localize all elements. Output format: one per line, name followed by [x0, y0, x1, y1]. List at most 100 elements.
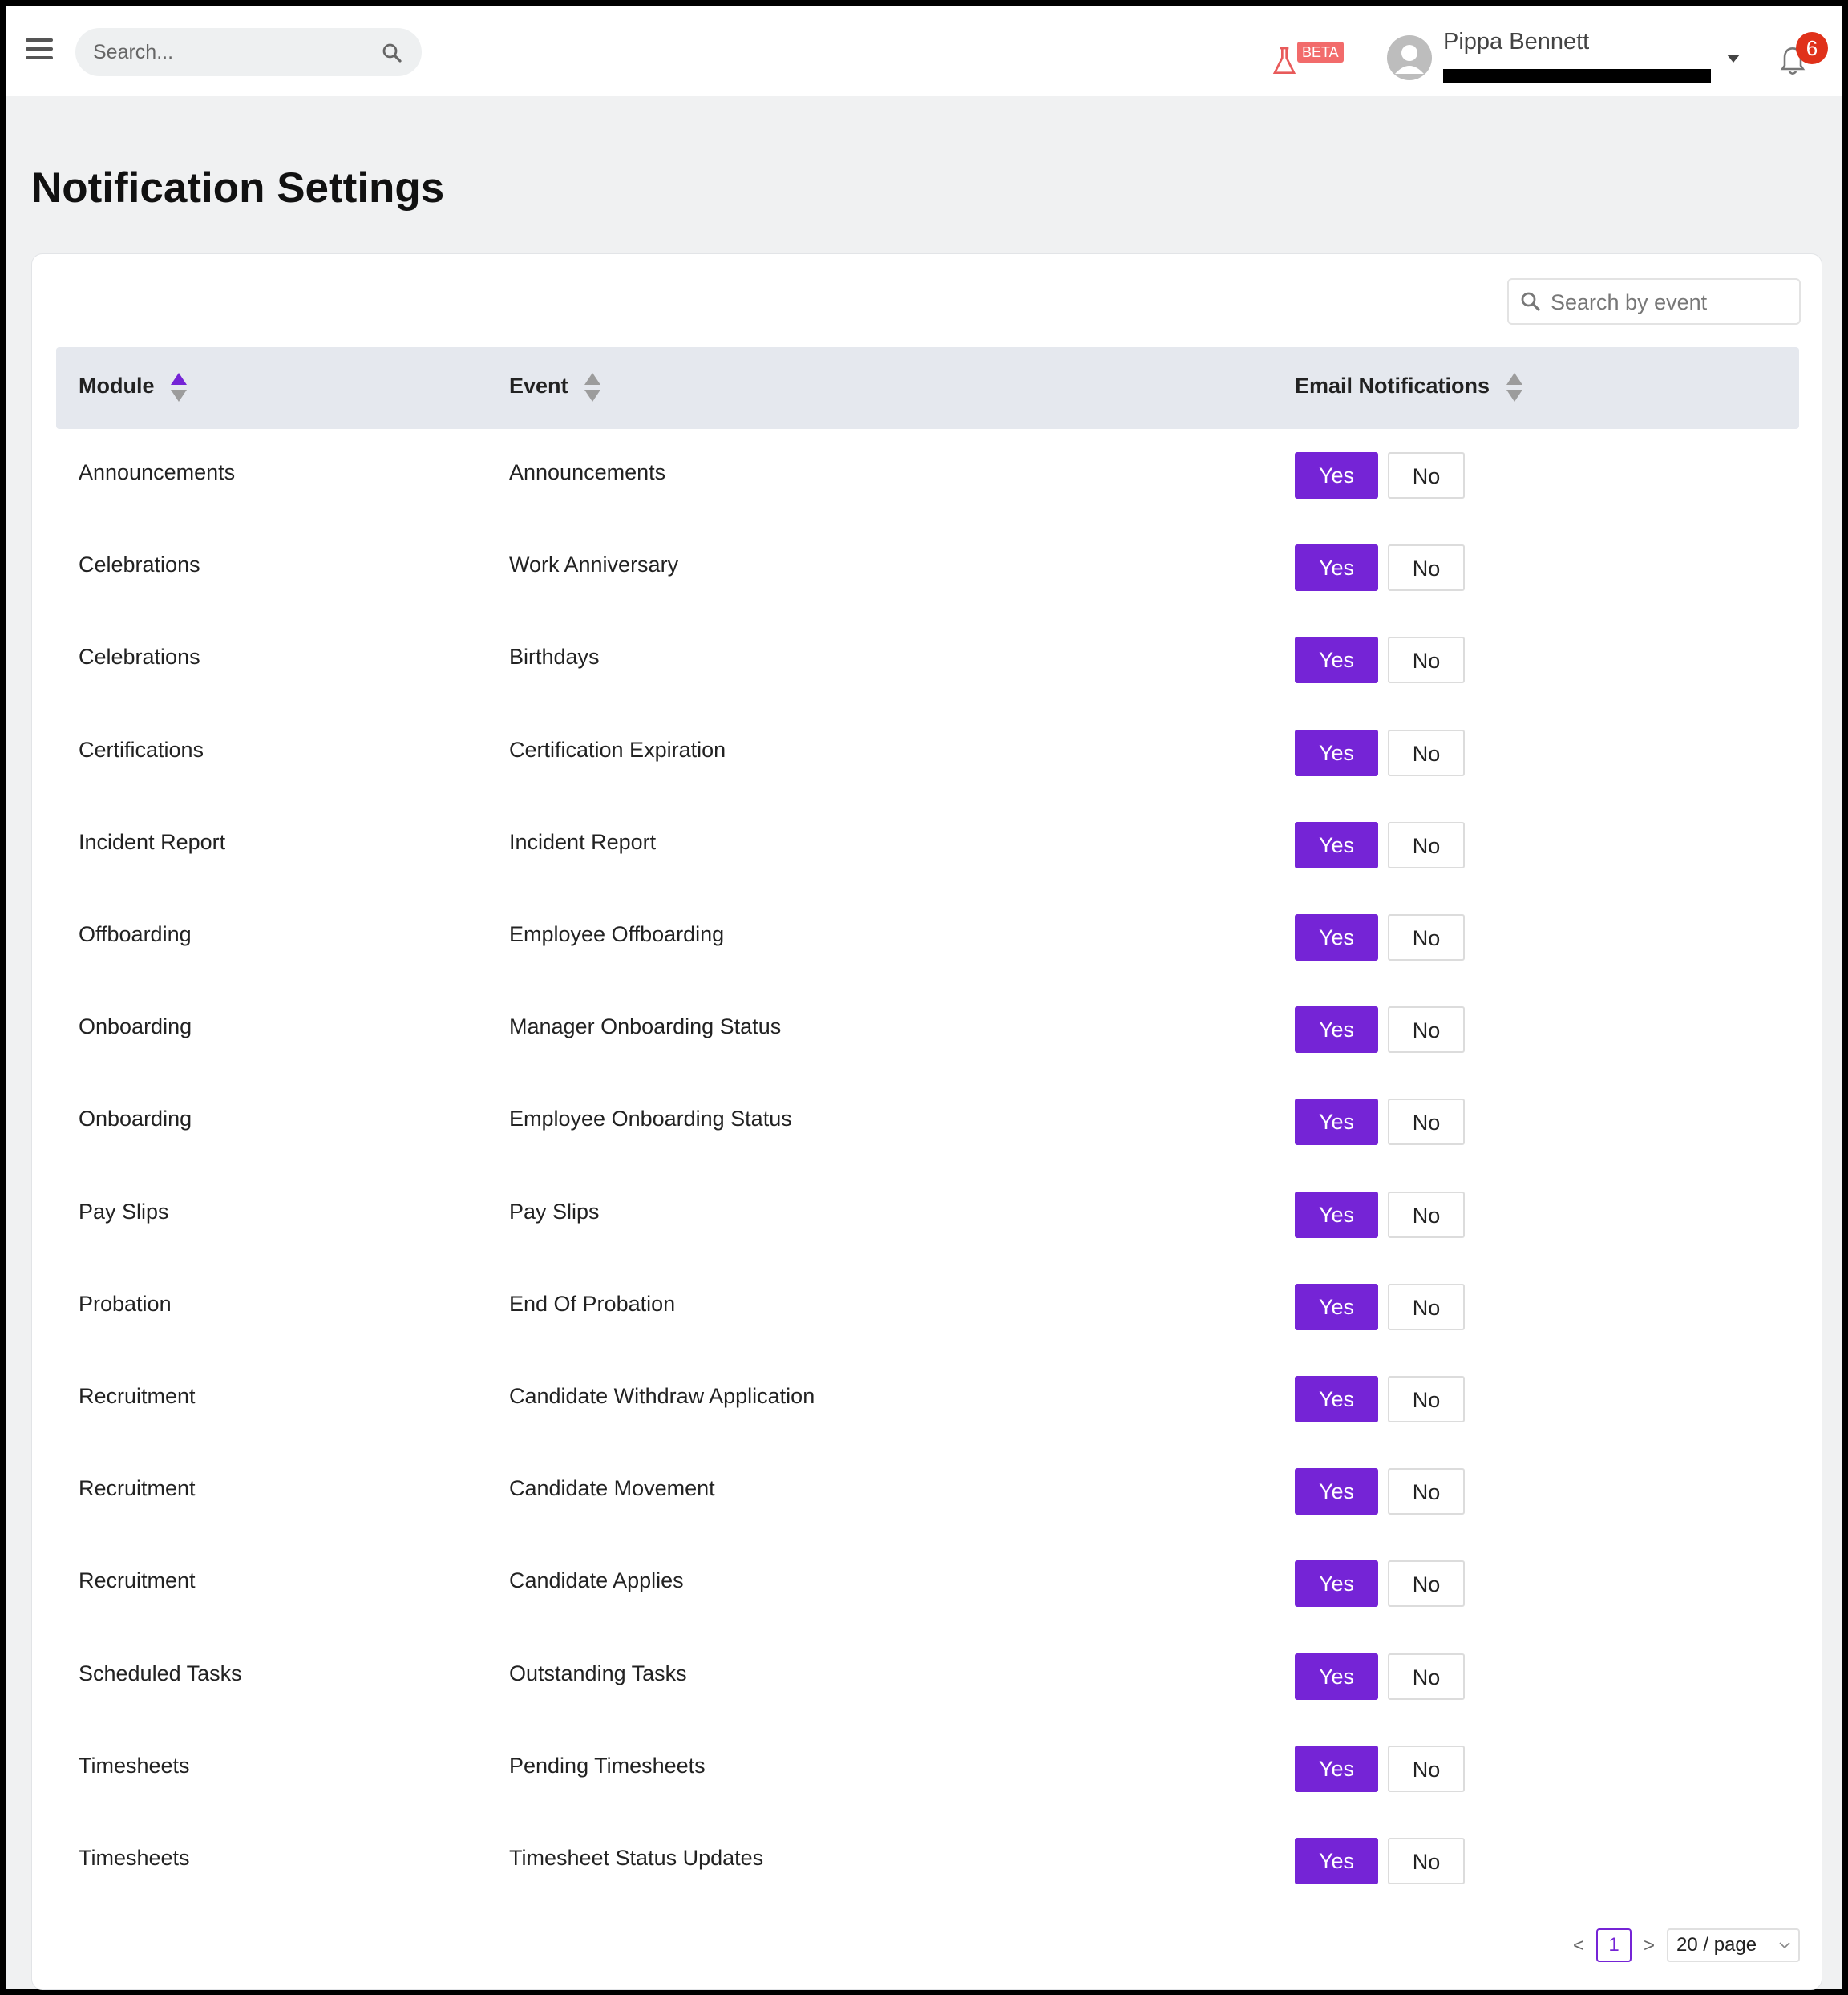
yes-button[interactable]: Yes	[1295, 452, 1378, 499]
column-header-event[interactable]: Event	[509, 371, 601, 403]
prev-page-button[interactable]: <	[1569, 1928, 1588, 1964]
no-button[interactable]: No	[1388, 1838, 1465, 1884]
module-cell: Pay Slips	[79, 1199, 169, 1224]
user-name[interactable]: Pippa Bennett	[1443, 29, 1589, 55]
yes-button[interactable]: Yes	[1295, 1838, 1378, 1884]
yes-button[interactable]: Yes	[1295, 1283, 1378, 1330]
yes-button[interactable]: Yes	[1295, 1653, 1378, 1700]
next-page-button[interactable]: >	[1640, 1928, 1659, 1964]
page-size-value: 20 / page	[1676, 1934, 1757, 1956]
event-cell: Pending Timesheets	[509, 1753, 706, 1778]
module-cell: Announcements	[79, 460, 236, 484]
no-button[interactable]: No	[1388, 914, 1465, 961]
module-cell: Recruitment	[79, 1384, 196, 1408]
column-header-module[interactable]: Module	[79, 371, 188, 403]
module-cell: Recruitment	[79, 1568, 196, 1593]
table-row: Pay Slips Pay Slips Yes No	[56, 1169, 1799, 1261]
event-cell: Certification Expiration	[509, 737, 726, 762]
no-button[interactable]: No	[1388, 452, 1465, 499]
chevron-down-icon[interactable]	[1725, 53, 1741, 64]
table-header: Module Event Email Notifications	[56, 347, 1799, 429]
yes-button[interactable]: Yes	[1295, 1468, 1378, 1515]
no-button[interactable]: No	[1388, 1560, 1465, 1608]
yes-button[interactable]: Yes	[1295, 1099, 1378, 1146]
table-row: Recruitment Candidate Applies Yes No	[56, 1538, 1799, 1630]
no-button[interactable]: No	[1388, 1745, 1465, 1792]
yes-button[interactable]: Yes	[1295, 1560, 1378, 1608]
event-cell: Employee Offboarding	[509, 922, 725, 946]
module-cell: Celebrations	[79, 645, 200, 670]
yes-button[interactable]: Yes	[1295, 1745, 1378, 1792]
column-header-label: Event	[509, 374, 568, 399]
table-row: Scheduled Tasks Outstanding Tasks Yes No	[56, 1631, 1799, 1723]
sort-icon[interactable]	[1506, 371, 1523, 403]
hamburger-menu-icon[interactable]	[26, 38, 53, 66]
app-frame: BETA Pippa Bennett 6 Notification Settin…	[0, 0, 1848, 1995]
no-button[interactable]: No	[1388, 1653, 1465, 1700]
module-cell: Incident Report	[79, 829, 226, 854]
table-row: Celebrations Birthdays Yes No	[56, 614, 1799, 706]
search-icon	[1521, 292, 1540, 311]
settings-card: Module Event Email Notifications	[31, 253, 1822, 1990]
column-header-label: Email Notifications	[1295, 374, 1490, 399]
beta-features[interactable]: BETA	[1272, 38, 1344, 79]
event-cell: Announcements	[509, 460, 666, 484]
page-1-button[interactable]: 1	[1596, 1928, 1632, 1962]
event-cell: Work Anniversary	[509, 552, 679, 577]
table-row: Recruitment Candidate Movement Yes No	[56, 1446, 1799, 1538]
sort-icon[interactable]	[584, 371, 601, 403]
yes-button[interactable]: Yes	[1295, 544, 1378, 592]
page-size-select[interactable]: 20 / page	[1667, 1928, 1800, 1962]
event-cell: Incident Report	[509, 829, 657, 854]
column-header-email-notifications[interactable]: Email Notifications	[1295, 371, 1523, 403]
beta-badge: BETA	[1297, 42, 1344, 63]
table-row: Timesheets Timesheet Status Updates Yes No	[56, 1815, 1799, 1908]
no-button[interactable]: No	[1388, 1006, 1465, 1054]
table-row: Onboarding Manager Onboarding Status Yes No	[56, 984, 1799, 1076]
user-avatar-icon	[1387, 35, 1432, 80]
yes-button[interactable]: Yes	[1295, 914, 1378, 961]
table-row: Certifications Certification Expiration Ye…	[56, 707, 1799, 799]
table-row: Announcements Announcements Yes No	[56, 430, 1799, 522]
yes-button[interactable]: Yes	[1295, 637, 1378, 684]
yes-button[interactable]: Yes	[1295, 821, 1378, 868]
table-row: Timesheets Pending Timesheets Yes No	[56, 1723, 1799, 1815]
yes-button[interactable]: Yes	[1295, 1191, 1378, 1238]
table-row: Probation End Of Probation Yes No	[56, 1261, 1799, 1354]
no-button[interactable]: No	[1388, 1468, 1465, 1515]
no-button[interactable]: No	[1388, 729, 1465, 776]
sort-ascending-icon[interactable]	[170, 371, 188, 403]
yes-button[interactable]: Yes	[1295, 1376, 1378, 1422]
yes-button[interactable]: Yes	[1295, 729, 1378, 776]
event-search	[1507, 278, 1801, 325]
no-button[interactable]: No	[1388, 1376, 1465, 1422]
module-cell: Recruitment	[79, 1476, 196, 1501]
no-button[interactable]: No	[1388, 1099, 1465, 1146]
notifications-button[interactable]: 6	[1778, 32, 1828, 83]
no-button[interactable]: No	[1388, 637, 1465, 684]
module-cell: Timesheets	[79, 1846, 190, 1870]
top-bar: BETA Pippa Bennett 6	[6, 6, 1842, 96]
event-cell: Candidate Movement	[509, 1476, 715, 1501]
module-cell: Offboarding	[79, 922, 192, 946]
no-button[interactable]: No	[1388, 1191, 1465, 1238]
no-button[interactable]: No	[1388, 821, 1465, 868]
search-icon[interactable]	[380, 41, 404, 65]
table-row: Offboarding Employee Offboarding Yes No	[56, 892, 1799, 984]
event-cell: Employee Onboarding Status	[509, 1107, 792, 1131]
page-title: Notification Settings	[31, 164, 445, 212]
event-search-input[interactable]	[1551, 288, 1791, 317]
yes-button[interactable]: Yes	[1295, 1006, 1378, 1054]
avatar[interactable]	[1387, 35, 1432, 80]
event-cell: Birthdays	[509, 645, 600, 670]
module-cell: Certifications	[79, 737, 204, 762]
global-search-input[interactable]	[93, 38, 366, 67]
event-cell: Candidate Applies	[509, 1568, 684, 1593]
module-cell: Onboarding	[79, 1014, 192, 1039]
notification-count-badge: 6	[1796, 32, 1828, 64]
event-cell: Manager Onboarding Status	[509, 1014, 782, 1039]
event-cell: End Of Probation	[509, 1291, 676, 1316]
no-button[interactable]: No	[1388, 1283, 1465, 1330]
no-button[interactable]: No	[1388, 544, 1465, 592]
table-row: Onboarding Employee Onboarding Status Yes N…	[56, 1076, 1799, 1168]
